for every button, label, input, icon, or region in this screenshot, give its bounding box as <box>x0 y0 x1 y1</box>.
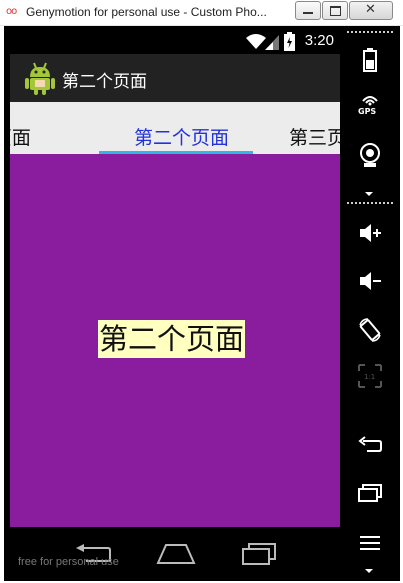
toolbar-scroll-down-bottom-icon[interactable] <box>365 569 373 573</box>
volume-down-icon[interactable] <box>357 268 383 294</box>
svg-text:1:1: 1:1 <box>364 373 375 381</box>
battery-icon[interactable] <box>357 47 383 73</box>
back-icon[interactable] <box>357 432 383 458</box>
cell-signal-icon <box>265 35 279 50</box>
maximize-button[interactable] <box>322 1 348 20</box>
page-content[interactable]: 第二个页面 <box>10 154 340 527</box>
watermark-text: free for personal use <box>18 556 119 568</box>
page-heading: 第二个页面 <box>98 320 246 358</box>
nav-home-button[interactable] <box>156 543 196 565</box>
menu-icon[interactable] <box>357 530 383 556</box>
minimize-icon <box>303 12 313 14</box>
tab-page-2[interactable]: 第二个页面 <box>134 123 229 150</box>
gps-icon[interactable] <box>357 92 383 106</box>
scale-icon: 1:1 <box>358 364 382 388</box>
close-icon: ✕ <box>365 2 376 17</box>
recent-apps-icon[interactable] <box>357 480 383 506</box>
maximize-icon <box>330 6 341 16</box>
close-button[interactable]: ✕ <box>349 1 393 20</box>
tab-page-1[interactable]: -页面 <box>10 123 31 150</box>
android-app-icon[interactable] <box>25 62 55 95</box>
minimize-button[interactable] <box>295 1 321 20</box>
toolbar-separator-middle <box>347 202 393 204</box>
wifi-icon <box>246 34 266 49</box>
battery-charging-icon <box>284 32 295 51</box>
action-bar: 第二个页面 <box>10 54 340 102</box>
nav-recent-apps-button[interactable] <box>241 542 277 566</box>
rotate-icon[interactable] <box>357 317 383 343</box>
navigation-bar <box>10 527 340 581</box>
toolbar-scroll-down-icon[interactable] <box>365 192 373 196</box>
window-title: Genymotion for personal use - Custom Pho… <box>26 5 267 19</box>
pager-tab-strip[interactable]: -页面 第二个页面 第三页 <box>10 102 340 154</box>
status-time: 3:20 <box>304 32 334 49</box>
status-bar: 3:20 <box>10 29 340 54</box>
volume-up-icon[interactable] <box>357 220 383 246</box>
genymotion-logo-icon: oo <box>6 6 17 17</box>
toolbar-separator-top <box>347 31 393 33</box>
window-titlebar: oo Genymotion for personal use - Custom … <box>0 0 403 26</box>
tab-page-3[interactable]: 第三页 <box>289 123 340 150</box>
camera-icon[interactable] <box>357 142 383 168</box>
gps-label: GPS <box>358 107 377 116</box>
action-bar-title: 第二个页面 <box>62 72 147 92</box>
